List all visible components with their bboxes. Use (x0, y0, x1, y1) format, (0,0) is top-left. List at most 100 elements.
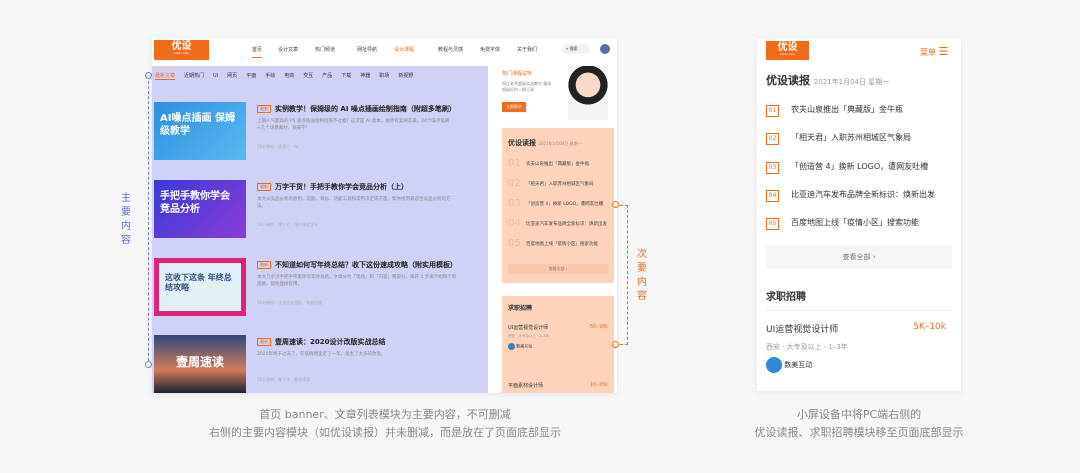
daily-item[interactable]: 03 「创造营 4」换新 LOGO，遭网友吐槽 (766, 161, 928, 174)
tab-web[interactable]: 网页 (227, 73, 237, 79)
course-promo[interactable]: 热门课程试听 网红老师超级实战教学 精选超级好的一期订阅 立即报名 (502, 66, 615, 124)
primary-content-area: 最新文章 近期热门 UI 网页 平面 手绘 电商 交互 产品 下载 神器 职场 新视野 AI噪点插画 保… (152, 66, 488, 393)
tab-tools[interactable]: 神器 (360, 73, 370, 79)
article-thumbnail[interactable]: AI噪点插画 保姆级教学 (154, 102, 246, 160)
annot-dot (612, 341, 619, 348)
article-desc: 上期人气超高的 PS 噪点插画绘制指南不过瘾？这次是 AI 版本，依然有案例实操… (257, 119, 450, 132)
job-item[interactable]: UI运营视觉设计师 5K–10k (766, 322, 952, 335)
new-badge: 最新 (257, 105, 271, 113)
tab-handdraw[interactable]: 手绘 (265, 73, 275, 79)
view-all-button[interactable]: 查看全部 › (508, 264, 608, 274)
job-info: 西安 · 大专及以上 · 1–3年 (508, 334, 549, 338)
article-item[interactable]: 手把手教你学会 竞品分析 最新 万字干货！手把手教你学会竞品分析（上） 本文从竞品… (154, 180, 484, 240)
search-box[interactable]: ⌕ 搜索 (562, 44, 590, 54)
daily-item[interactable]: 02 「相天君」入职苏州相城区气象局 (766, 132, 911, 145)
nav-fonts[interactable]: 免费字体 (480, 46, 500, 53)
menu-button[interactable]: 菜单 ☰ (920, 45, 948, 58)
article-desc: 本文从竞品分析的原则、前期、目标、功能工具和常用决定等方面，帮你找到最适合竞品分… (257, 197, 451, 210)
annot-dot (612, 201, 619, 208)
jobs-title: 求职招聘 (766, 292, 806, 303)
daily-item[interactable]: 01 农夫山泉推出「典藏版」金牛瓶 (766, 104, 903, 117)
promo-desc: 网红老师超级实战教学 精选超级好的一期订阅 (502, 81, 552, 92)
tab-interaction[interactable]: 交互 (303, 73, 313, 79)
tab-ui[interactable]: UI (213, 73, 218, 79)
nav-channels[interactable]: 热门频道 (315, 46, 335, 53)
nav-home[interactable]: 首页 (252, 46, 263, 58)
annot-dot (145, 72, 152, 79)
job-item[interactable]: UI运营视觉设计师 5K–10k (508, 324, 608, 331)
daily-item[interactable]: 04 比亚迪汽车发布品牌全新标识：焕新出发 (508, 218, 608, 229)
secondary-annot-line (620, 205, 628, 345)
avatar[interactable] (600, 44, 610, 54)
mobile-mockup: 优设 uisdc.com 菜单 ☰ 优设读报 2021年1月04日 星期一 01 农… (757, 38, 961, 391)
daily-item[interactable]: 05 百度地图上线「疫情小区」搜索功能 (508, 238, 608, 249)
daily-title: 优设读报 2021年1月04日 星期一 (508, 139, 582, 147)
nav-articles[interactable]: 设计文章 (278, 46, 298, 53)
daily-item[interactable]: 04 比亚迪汽车发布品牌全新标识：焕新出发 (766, 189, 935, 202)
mobile-logo[interactable]: 优设 uisdc.com (766, 41, 809, 60)
job-company: 数美互动 (508, 343, 532, 350)
nav-tutorials[interactable]: 教程与灵感 (438, 46, 463, 53)
daily-item[interactable]: 03 「创造营 4」换新 LOGO，遭网友吐槽 (508, 198, 608, 209)
article-thumbnail[interactable]: 这收下这条 年终总结攻略 (154, 258, 246, 316)
logo[interactable]: 优设 uisdc.com (154, 40, 209, 60)
nav-sites[interactable]: 网址导航 (357, 46, 377, 53)
tab-career[interactable]: 职场 (379, 73, 389, 79)
promo-button[interactable]: 立即报名 (502, 102, 526, 112)
view-all-button[interactable]: 查看全部 › (766, 245, 952, 269)
article-title[interactable]: 最新 万字干货！手把手教你学会竞品分析（上） (257, 182, 408, 192)
article-item[interactable]: AI噪点插画 保姆级教学 最新 实例教学！保姆级的 AI 噪点插画绘制指南（附超多… (154, 102, 484, 162)
article-tabs: 最新文章 近期热门 UI 网页 平面 手绘 电商 交互 产品 下载 神器 职场 新视野 (155, 72, 422, 80)
article-title-text: 不知道如何写年终总结？收下这份速成攻略（附实用模板） (275, 261, 457, 269)
new-badge: 最新 (257, 261, 271, 269)
primary-content-label: 主要内容 (121, 193, 131, 246)
daily-title: 优设读报 2021年1月04日 星期一 (766, 74, 890, 87)
article-meta: 56分钟前 集子木 壹周速读 (257, 377, 311, 382)
article-title-text: 壹周速读：2020设计改版实战总结 (275, 338, 386, 346)
left-caption: 首页 banner、文章列表模块为主要内容，不可删减 右侧的主要内容模块（如优设读… (209, 408, 561, 439)
article-thumbnail[interactable]: 壹周速读 (154, 335, 246, 393)
daily-item[interactable]: 01 农夫山泉推出「典藏版」金牛瓶 (508, 158, 608, 169)
jobs-title: 求职招聘 (508, 305, 533, 312)
tab-ecommerce[interactable]: 电商 (284, 73, 294, 79)
company-logo-icon (766, 357, 782, 373)
jobs-panel: 求职招聘 UI运营视觉设计师 5K–10k 西安 · 大专及以上 · 1–3年 数… (502, 296, 614, 393)
article-title[interactable]: 最新 实例教学！保姆级的 AI 噪点插画绘制指南（附超多笔刷） (257, 104, 456, 114)
job-company: 数美互动 (766, 357, 812, 373)
new-badge: 最新 (257, 338, 271, 346)
job-item[interactable]: 平面素材设计师 10–15k (508, 382, 608, 389)
search-label: 搜索 (569, 46, 578, 51)
article-desc: 2020年终于过去了，在低情绪里走了一年，发生了太多的改变。 (257, 352, 386, 357)
article-item[interactable]: 这收下这条 年终总结攻略 最新 不知道如何写年终总结？收下这份速成攻略（附实用模板… (154, 258, 484, 318)
tab-latest[interactable]: 最新文章 (155, 73, 176, 80)
daily-item[interactable]: 02 「相天君」入职苏州相城区气象局 (508, 178, 608, 189)
tab-hot[interactable]: 近期热门 (184, 73, 204, 79)
daily-news-panel: 优设读报 2021年1月04日 星期一 01 农夫山泉推出「典藏版」金牛瓶 02 「… (502, 128, 614, 283)
nav-about[interactable]: 关于我们 (517, 46, 537, 53)
tab-vision[interactable]: 新视野 (398, 73, 413, 79)
nav-courses[interactable]: 设计课程 (394, 46, 414, 53)
annot-dot (145, 361, 152, 368)
hamburger-icon: ☰ (938, 45, 949, 58)
divider (766, 310, 952, 311)
tab-product[interactable]: 产品 (322, 73, 332, 79)
article-meta: 56分钟前 黑雨兰 AI (257, 144, 299, 149)
new-badge: 最新 (257, 183, 271, 191)
secondary-content-label: 次要内容 (636, 248, 648, 304)
article-desc: 本文几乎涉手把手带着你写年终总结，文章分为「现场」和「内容」两部分，揭开 5 步… (257, 275, 457, 288)
tab-download[interactable]: 下载 (341, 73, 351, 79)
article-title[interactable]: 最新 不知道如何写年终总结？收下这份速成攻略（附实用模板） (257, 260, 457, 270)
right-caption: 小屏设备中将PC端右侧的 优设读报、求职招聘模块移至页面底部显示 (754, 408, 964, 439)
tab-graphic[interactable]: 平面 (246, 73, 256, 79)
logo-sub: uisdc.com (173, 51, 190, 55)
article-meta: 56分钟前 优设设计团队 年度总结 (257, 300, 323, 305)
company-logo-icon (508, 343, 515, 350)
article-item[interactable]: 壹周速读 最新 壹周速读：2020设计改版实战总结 2020年终于过去了，在低情绪… (154, 335, 484, 393)
job-info: 西安 · 大专及以上 · 1–3年 (766, 343, 848, 351)
article-title-text: 实例教学！保姆级的 AI 噪点插画绘制指南（附超多笔刷） (275, 105, 456, 113)
daily-item[interactable]: 05 百度地图上线「疫情小区」搜索功能 (766, 217, 919, 230)
article-meta: 56分钟前 做少七 用户体验设计 (257, 222, 319, 227)
pc-mockup: 优设 uisdc.com 首页 设计文章 热门频道 网址导航 设计课程 教程与灵… (152, 38, 617, 393)
article-title[interactable]: 最新 壹周速读：2020设计改版实战总结 (257, 337, 385, 347)
article-thumbnail[interactable]: 手把手教你学会 竞品分析 (154, 180, 246, 238)
